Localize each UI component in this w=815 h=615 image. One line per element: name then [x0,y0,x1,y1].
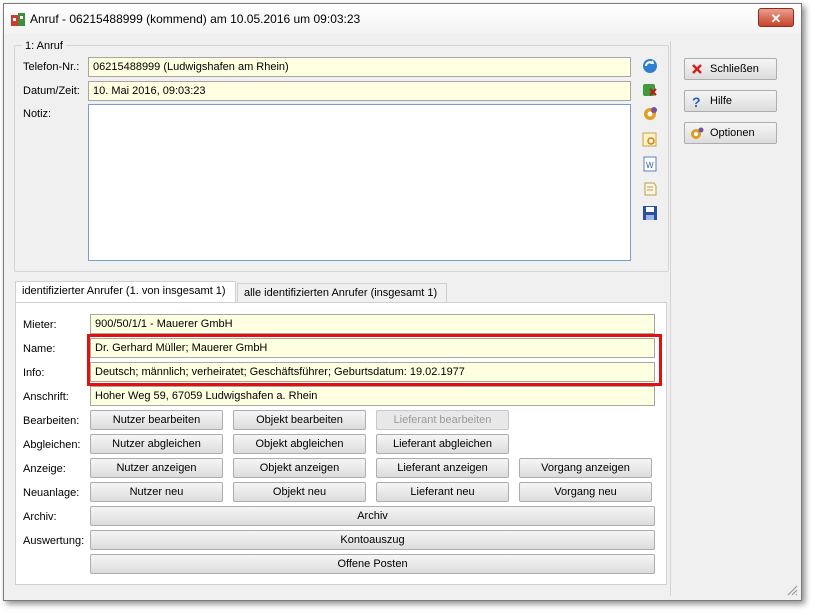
new-object-button[interactable]: Objekt neu [233,482,366,502]
tab-identified-caller[interactable]: identifizierter Anrufer (1. von insgesam… [15,281,236,303]
edit-object-button[interactable]: Objekt bearbeiten [233,410,366,430]
options-gear-icon [691,127,704,139]
show-user-button[interactable]: Nutzer anzeigen [90,458,223,478]
sync-user-button[interactable]: Nutzer abgleichen [90,434,223,454]
close-window-button[interactable]: ✕ [758,8,794,27]
new-row-label: Neuanlage: [23,487,80,499]
new-user-button[interactable]: Nutzer neu [90,482,223,502]
call-window: Anruf - 06215488999 (kommend) am 10.05.2… [3,3,802,601]
calendar-icon[interactable] [641,130,659,148]
help-button[interactable]: ? Hilfe [684,90,777,112]
eval-row-label: Auswertung: [23,535,85,547]
open-items-button[interactable]: Offene Posten [90,554,655,574]
sync-row-label: Abgleichen: [23,439,81,451]
phone-field[interactable]: 06215488999 (Ludwigshafen am Rhein) [88,57,631,77]
note-label: Notiz: [23,108,52,120]
app-icon [11,13,25,26]
new-process-button[interactable]: Vorgang neu [519,482,652,502]
new-supplier-button[interactable]: Lieferant neu [376,482,509,502]
hangup-icon[interactable] [641,81,659,99]
gear-icon[interactable] [641,105,659,123]
info-label: Info: [23,367,45,379]
show-object-button[interactable]: Objekt anzeigen [233,458,366,478]
address-field[interactable]: Hoher Weg 59, 67059 Ludwigshafen a. Rhei… [90,386,655,406]
address-label: Anschrift: [23,391,69,403]
call-group-label: 1: Anruf [22,40,66,52]
account-statement-button[interactable]: Kontoauszug [90,530,655,550]
options-button[interactable]: Optionen [684,122,777,144]
name-label: Name: [23,343,56,355]
vertical-separator [670,41,671,596]
help-button-label: Hilfe [710,95,733,107]
options-button-label: Optionen [710,127,755,139]
highlight-box [87,334,662,386]
archive-button[interactable]: Archiv [90,506,655,526]
svg-text:W: W [646,161,654,170]
svg-text:?: ? [692,94,701,108]
tab-all-identified-callers[interactable]: alle identifizierten Anrufer (insgesamt … [237,283,447,303]
show-supplier-button[interactable]: Lieferant anzeigen [376,458,509,478]
note-textarea[interactable] [88,104,631,261]
edit-row-label: Bearbeiten: [23,415,80,427]
edit-user-button[interactable]: Nutzer bearbeiten [90,410,223,430]
close-x-icon [692,64,702,74]
close-button-label: Schließen [710,63,759,75]
close-button[interactable]: Schließen [684,58,777,80]
sync-supplier-button[interactable]: Lieferant abgleichen [376,434,509,454]
window-title: Anruf - 06215488999 (kommend) am 10.05.2… [30,12,361,26]
tenant-field[interactable]: 900/50/1/1 - Mauerer GmbH [90,314,655,334]
help-icon: ? [692,94,701,108]
datetime-label: Datum/Zeit: [23,85,80,97]
edit-supplier-button[interactable]: Lieferant bearbeiten [376,410,509,430]
resize-grip-icon[interactable] [786,584,798,596]
refresh-icon[interactable] [641,57,659,75]
archive-row-label: Archiv: [23,511,57,523]
phone-label: Telefon-Nr.: [23,61,80,73]
show-row-label: Anzeige: [23,463,66,475]
title-bar[interactable]: Anruf - 06215488999 (kommend) am 10.05.2… [4,4,801,34]
datetime-field[interactable]: 10. Mai 2016, 09:03:23 [88,81,631,101]
sync-object-button[interactable]: Objekt abgleichen [233,434,366,454]
tenant-label: Mieter: [23,319,57,331]
word-document-icon[interactable]: W [641,155,659,173]
note-icon[interactable] [641,180,659,198]
show-process-button[interactable]: Vorgang anzeigen [519,458,652,478]
save-icon[interactable] [641,204,659,222]
